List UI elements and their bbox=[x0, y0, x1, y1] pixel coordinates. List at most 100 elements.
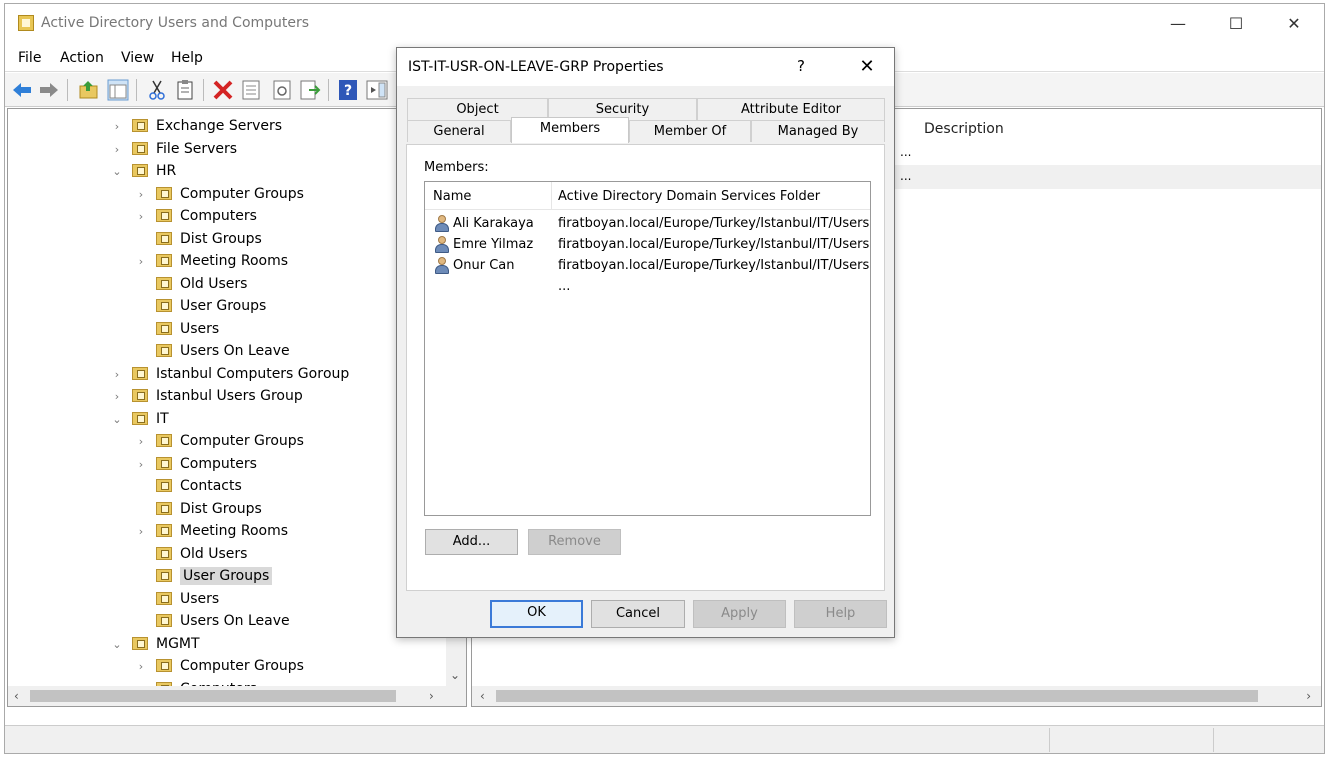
apply-button[interactable]: Apply bbox=[693, 600, 786, 628]
tab-member-of[interactable]: Member Of bbox=[629, 120, 751, 142]
tree-item-label: Old Users bbox=[180, 275, 248, 292]
tree-item-label: MGMT bbox=[156, 635, 200, 652]
tree-item[interactable]: User Groups bbox=[134, 565, 273, 587]
expand-chevron-icon[interactable]: › bbox=[134, 656, 148, 678]
copy-icon[interactable] bbox=[174, 79, 196, 101]
tree-item[interactable]: Dist Groups bbox=[134, 498, 262, 520]
tree-item[interactable]: ⌄ HR bbox=[110, 160, 176, 182]
add-button[interactable]: Add... bbox=[425, 529, 518, 555]
menu-file[interactable]: File bbox=[18, 50, 41, 66]
menu-action[interactable]: Action bbox=[60, 50, 104, 66]
ou-folder-icon bbox=[156, 524, 172, 537]
member-row[interactable]: Ali Karakaya firatboyan.local/Europe/Tur… bbox=[425, 213, 870, 252]
minimize-button[interactable]: — bbox=[1155, 10, 1201, 38]
tree-item[interactable]: › File Servers bbox=[110, 138, 237, 160]
tree-item-label: Computer Groups bbox=[180, 185, 304, 202]
show-action-pane-icon[interactable] bbox=[366, 79, 388, 101]
tree-horizontal-scrollbar[interactable]: ‹ › bbox=[8, 686, 466, 706]
delete-icon[interactable] bbox=[212, 79, 234, 101]
up-folder-icon[interactable] bbox=[78, 79, 100, 101]
export-list-icon[interactable] bbox=[299, 79, 321, 101]
expand-chevron-icon[interactable]: › bbox=[110, 364, 124, 386]
tree-item[interactable]: › Computers bbox=[134, 453, 257, 475]
members-list[interactable]: Name Active Directory Domain Services Fo… bbox=[424, 181, 871, 516]
properties-icon[interactable] bbox=[240, 79, 262, 101]
tree-item[interactable]: Users bbox=[134, 588, 219, 610]
expand-chevron-icon[interactable]: › bbox=[134, 184, 148, 206]
scroll-left-arrow-icon[interactable]: ‹ bbox=[14, 689, 19, 703]
tree-item[interactable]: › Meeting Rooms bbox=[134, 250, 288, 272]
menu-help[interactable]: Help bbox=[171, 50, 203, 66]
tree-item[interactable]: User Groups bbox=[134, 295, 266, 317]
tree-item[interactable]: › Istanbul Computers Gorоup bbox=[110, 363, 350, 386]
tree-item[interactable]: › Computer Groups bbox=[134, 655, 304, 677]
ou-folder-icon bbox=[156, 231, 172, 245]
title-bar: Active Directory Users and Computers — ☐… bbox=[5, 4, 1324, 42]
show-console-tree-icon[interactable] bbox=[107, 79, 129, 101]
column-header-description[interactable]: Description bbox=[924, 121, 1004, 137]
tree-item[interactable]: › Computer Groups bbox=[134, 430, 304, 452]
details-hscroll-thumb[interactable] bbox=[496, 690, 1258, 702]
ou-folder-icon bbox=[156, 659, 172, 672]
dialog-help-button[interactable]: ? bbox=[797, 57, 805, 75]
expand-chevron-icon[interactable]: › bbox=[134, 251, 148, 273]
dialog-close-button[interactable]: ✕ bbox=[852, 54, 882, 80]
tab-managed-by[interactable]: Managed By bbox=[751, 120, 885, 142]
tree-item[interactable]: Dist Groups bbox=[134, 228, 262, 250]
column-header-name[interactable]: Name bbox=[433, 189, 471, 204]
maximize-button[interactable]: ☐ bbox=[1213, 10, 1259, 38]
expand-chevron-icon[interactable]: › bbox=[134, 431, 148, 453]
expand-chevron-icon[interactable]: › bbox=[110, 386, 124, 408]
expand-chevron-icon[interactable]: ⌄ bbox=[110, 161, 124, 183]
close-button[interactable]: ✕ bbox=[1271, 10, 1317, 38]
scroll-down-arrow-icon[interactable]: ⌄ bbox=[450, 668, 460, 682]
ok-button[interactable]: OK bbox=[490, 600, 583, 628]
tree-item[interactable]: ⌄ IT bbox=[110, 408, 168, 431]
cut-icon[interactable] bbox=[146, 79, 168, 101]
help-icon[interactable]: ? bbox=[337, 79, 359, 101]
tab-members[interactable]: Members bbox=[511, 117, 629, 143]
member-row[interactable]: Emre Yilmaz firatboyan.local/Europe/Turk… bbox=[425, 234, 870, 273]
tree-item-label: Contacts bbox=[180, 478, 242, 494]
help-button[interactable]: Help bbox=[794, 600, 887, 628]
window-title: Active Directory Users and Computers bbox=[41, 15, 310, 31]
expand-chevron-icon[interactable]: › bbox=[134, 454, 148, 476]
expand-chevron-icon[interactable]: ⌄ bbox=[110, 634, 124, 656]
properties-dialog: IST-IT-USR-ON-LEAVE-GRP Properties ? ✕ O… bbox=[396, 47, 895, 638]
ou-folder-icon bbox=[132, 636, 148, 650]
scroll-left-arrow-icon[interactable]: ‹ bbox=[480, 689, 485, 703]
scroll-right-arrow-icon[interactable]: › bbox=[429, 689, 434, 703]
tab-attribute-editor[interactable]: Attribute Editor bbox=[697, 98, 885, 120]
expand-chevron-icon[interactable]: › bbox=[134, 206, 148, 228]
tree-item[interactable]: Old Users bbox=[134, 543, 247, 565]
tree-item[interactable]: Users On Leave bbox=[134, 610, 290, 632]
expand-chevron-icon[interactable]: › bbox=[110, 139, 124, 161]
column-header-folder[interactable]: Active Directory Domain Services Folder bbox=[558, 189, 820, 204]
tree-item[interactable]: › Computers bbox=[134, 205, 257, 227]
tree-item[interactable]: Users bbox=[134, 318, 219, 340]
tree-item[interactable]: › Meeting Rooms bbox=[134, 520, 288, 542]
details-horizontal-scrollbar[interactable]: ‹ › bbox=[472, 686, 1321, 706]
tree-item[interactable]: Contacts bbox=[134, 475, 242, 497]
tab-general[interactable]: General bbox=[407, 120, 511, 142]
tree-item[interactable]: › Exchange Servers bbox=[110, 115, 282, 137]
forward-arrow-icon[interactable] bbox=[38, 79, 60, 101]
refresh-icon[interactable] bbox=[271, 79, 293, 101]
expand-chevron-icon[interactable]: › bbox=[134, 521, 148, 543]
tree-item-label: Exchange Servers bbox=[156, 118, 283, 134]
tree-item[interactable]: ⌄ MGMT bbox=[110, 633, 200, 656]
tree-item[interactable]: › Istanbul Users Group bbox=[110, 385, 303, 407]
expand-chevron-icon[interactable]: ⌄ bbox=[110, 409, 124, 431]
cancel-button[interactable]: Cancel bbox=[591, 600, 685, 628]
member-row[interactable]: Onur Can firatboyan.local/Europe/Turkey/… bbox=[425, 255, 870, 294]
tree-item[interactable]: Old Users bbox=[134, 273, 247, 295]
tree-item[interactable]: Users On Leave bbox=[134, 340, 290, 362]
scroll-right-arrow-icon[interactable]: › bbox=[1306, 689, 1311, 703]
tree-item[interactable]: › Computer Groups bbox=[134, 183, 304, 205]
back-arrow-icon[interactable] bbox=[11, 79, 33, 101]
tree-hscroll-thumb[interactable] bbox=[30, 690, 396, 702]
expand-chevron-icon[interactable]: › bbox=[110, 116, 124, 138]
remove-button[interactable]: Remove bbox=[528, 529, 621, 555]
dialog-title: IST-IT-USR-ON-LEAVE-GRP Properties bbox=[408, 59, 664, 75]
menu-view[interactable]: View bbox=[121, 50, 154, 66]
